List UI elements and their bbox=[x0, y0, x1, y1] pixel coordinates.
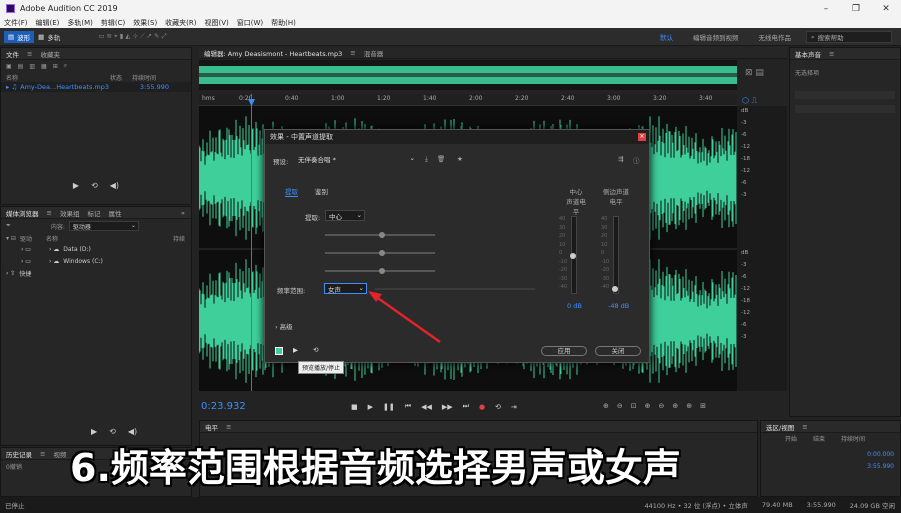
annotation-arrow bbox=[368, 291, 441, 344]
